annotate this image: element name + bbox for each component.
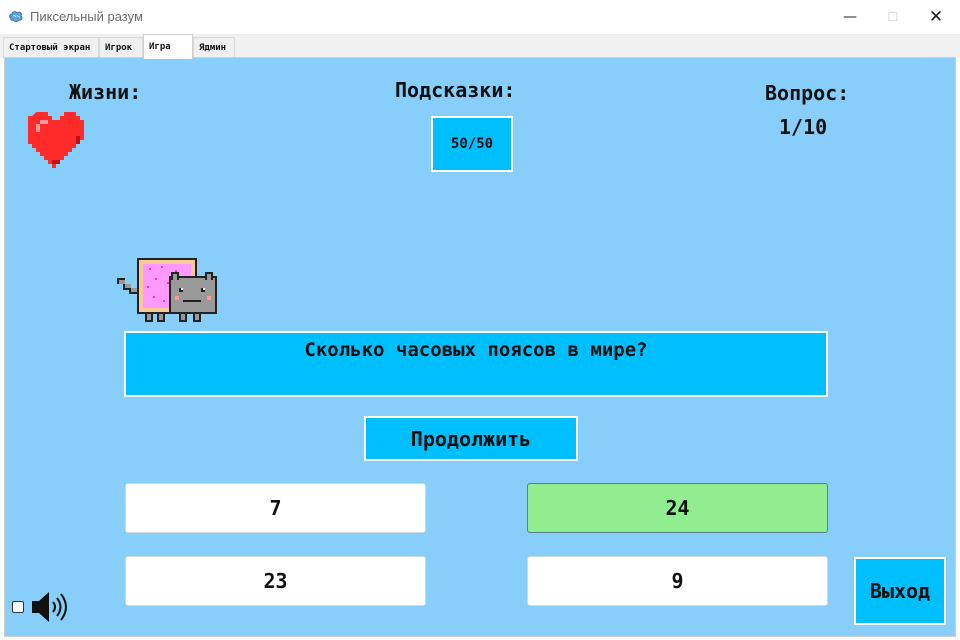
close-button[interactable]: ✕ [916,0,956,34]
tab-game[interactable]: Игра [143,34,193,59]
tab-player[interactable]: Игрок [99,37,143,58]
question-counter: 1/10 [779,115,828,139]
minimize-button[interactable]: — [830,0,870,34]
answer-button-3[interactable]: 23 [125,556,426,606]
speaker-icon[interactable] [30,590,70,624]
tab-start-screen[interactable]: Стартовый экран [3,37,99,58]
answer-button-1[interactable]: 7 [125,483,426,533]
fifty-fifty-button[interactable]: 50/50 [431,116,513,172]
tab-bar: Стартовый экран Игрок Игра Ядмин [0,34,960,59]
sound-checkbox[interactable] [12,601,24,613]
continue-button[interactable]: Продолжить [364,416,578,461]
lives-label: Жизни: [69,80,142,104]
maximize-button[interactable]: ☐ [873,0,913,34]
answer-button-4[interactable]: 9 [527,556,828,606]
exit-button[interactable]: Выход [854,557,946,625]
heart-icon [28,112,84,168]
window-title: Пиксельный разум [30,9,143,24]
game-panel: Жизни: Подсказки: 50/50 Вопрос: 1/10 Ско… [4,57,956,637]
brain-icon [9,11,23,22]
question-label: Вопрос: [765,81,850,105]
title-bar: Пиксельный разум — ☐ ✕ [0,0,960,34]
question-text: Сколько часовых поясов в мире? [124,331,828,397]
nyan-cat-icon [117,258,217,322]
answer-button-2[interactable]: 24 [527,483,828,533]
hints-label: Подсказки: [395,78,516,102]
tab-admin[interactable]: Ядмин [193,37,235,58]
